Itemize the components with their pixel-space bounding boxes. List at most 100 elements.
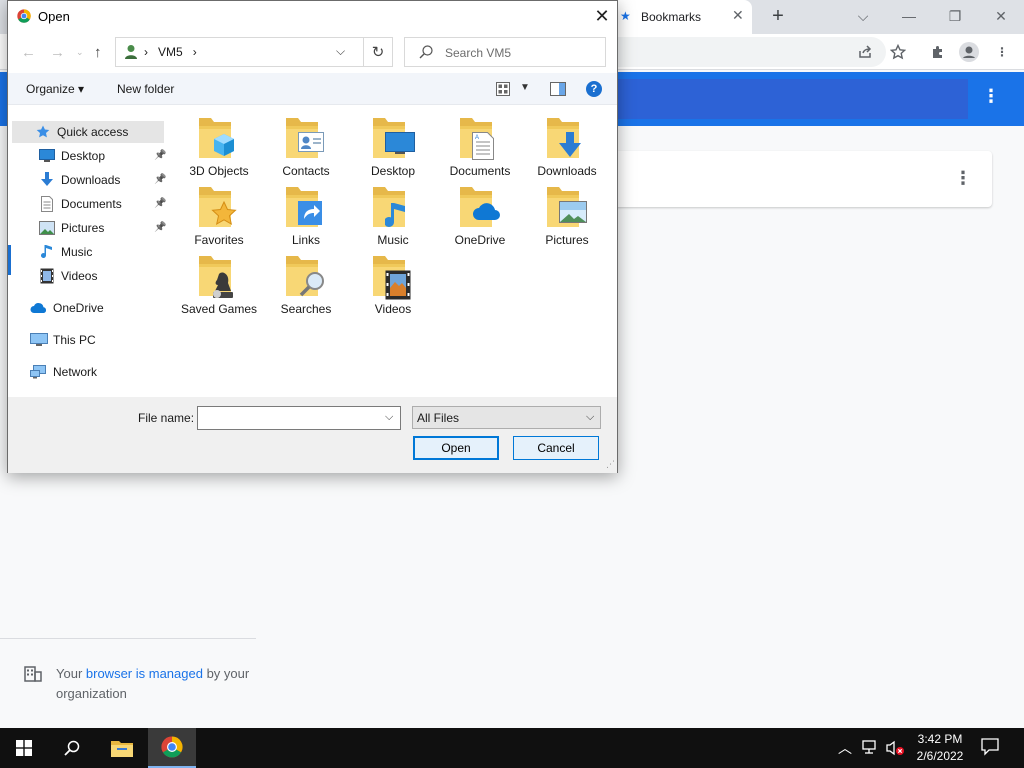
chrome-tab-bookmarks[interactable]: ★ Bookmarks ✕: [600, 0, 752, 34]
nav-item-pictures[interactable]: Pictures 📌: [38, 217, 168, 239]
bookmarks-search-field[interactable]: [600, 79, 968, 119]
pin-icon[interactable]: 📌: [154, 174, 166, 185]
chrome-taskbar-button[interactable]: [148, 728, 196, 768]
bookmark-star-outline-icon[interactable]: [886, 40, 910, 64]
nav-item-this-pc[interactable]: This PC: [30, 329, 168, 351]
tab-search-chevron-icon[interactable]: ⌵: [848, 4, 878, 28]
folder-links[interactable]: Links: [264, 185, 348, 248]
omnibox[interactable]: [610, 37, 886, 67]
volume-muted-tray-icon[interactable]: [886, 740, 906, 759]
folder-icon: [371, 185, 415, 231]
pin-icon[interactable]: 📌: [154, 198, 166, 209]
address-dropdown-chevron-icon[interactable]: ⌵: [336, 44, 345, 59]
nav-item-music[interactable]: Music: [38, 241, 168, 263]
minimize-icon[interactable]: —: [894, 4, 924, 28]
folder-desktop[interactable]: Desktop: [351, 116, 435, 179]
recent-locations-chevron-icon[interactable]: ⌄: [76, 47, 84, 58]
close-tab-icon[interactable]: ✕: [732, 7, 744, 24]
search-box[interactable]: [404, 37, 606, 67]
share-icon[interactable]: [853, 40, 877, 64]
nav-item-documents[interactable]: Documents 📌: [38, 193, 168, 215]
refresh-button[interactable]: ↻: [363, 37, 393, 67]
cloud-icon: [30, 300, 48, 316]
forward-arrow-icon[interactable]: →: [50, 44, 65, 61]
file-name-dropdown-chevron-icon[interactable]: ⌵: [385, 411, 393, 424]
open-button[interactable]: Open: [413, 436, 499, 460]
folder-pictures[interactable]: Pictures: [525, 185, 609, 248]
refresh-icon: ↻: [371, 44, 385, 61]
folder-searches[interactable]: Searches: [264, 254, 348, 317]
desktop-icon: [38, 148, 56, 164]
new-tab-button[interactable]: +: [766, 4, 790, 28]
folder-label: Favorites: [194, 233, 244, 247]
pin-icon[interactable]: 📌: [154, 150, 166, 161]
bookmarks-menu-kebab-icon[interactable]: ⋮: [982, 86, 1000, 107]
folder-label: Saved Games: [180, 302, 258, 316]
nav-item-downloads[interactable]: Downloads 📌: [38, 169, 168, 191]
film-icon: [385, 270, 411, 303]
network-icon: [30, 364, 48, 380]
folder-documents[interactable]: A Documents: [438, 116, 522, 179]
restore-icon[interactable]: ❐: [940, 4, 970, 28]
folder-music[interactable]: Music: [351, 185, 435, 248]
managed-link[interactable]: browser is managed: [86, 666, 203, 681]
nav-item-videos[interactable]: Videos: [38, 265, 168, 287]
user-folder-icon: [124, 44, 138, 63]
profile-avatar-icon[interactable]: [957, 40, 981, 64]
dialog-title-bar[interactable]: Open ✕: [8, 1, 617, 32]
tray-overflow-chevron-icon[interactable]: ︿: [838, 738, 852, 758]
nav-item-label: Music: [61, 245, 93, 259]
preview-pane-button[interactable]: [550, 82, 566, 99]
nav-item-network[interactable]: Network: [30, 361, 168, 383]
dialog-close-button[interactable]: ✕: [588, 4, 616, 28]
folder-saved-games[interactable]: Saved Games: [177, 254, 261, 317]
building-icon: [24, 666, 42, 688]
search-button[interactable]: [48, 728, 96, 768]
folder-favorites[interactable]: Favorites: [177, 185, 261, 248]
change-view-button[interactable]: [496, 82, 510, 99]
address-bar[interactable]: › VM5 › ⌵: [115, 37, 365, 67]
extensions-puzzle-icon[interactable]: [926, 40, 950, 64]
chrome-logo-icon: [17, 9, 31, 26]
nav-item-desktop[interactable]: Desktop 📌: [38, 145, 168, 167]
new-folder-button[interactable]: New folder: [117, 82, 174, 96]
breadcrumb-chevron[interactable]: ›: [193, 45, 197, 59]
nav-item-quick-access[interactable]: Quick access: [12, 121, 164, 143]
nav-item-onedrive[interactable]: OneDrive: [30, 297, 168, 319]
folder-contacts[interactable]: Contacts: [264, 116, 348, 179]
organize-button[interactable]: Organize ▾: [26, 82, 84, 96]
file-explorer-taskbar-button[interactable]: [98, 728, 146, 768]
resize-grip-icon[interactable]: ⋰: [606, 459, 615, 470]
bookmark-item-menu-kebab-icon[interactable]: ⋮: [954, 168, 972, 189]
managed-text-prefix: Your: [56, 666, 86, 681]
start-button[interactable]: [0, 728, 48, 768]
cancel-button[interactable]: Cancel: [513, 436, 599, 460]
nav-item-label: Pictures: [61, 221, 105, 235]
music-note-icon: [38, 244, 56, 260]
breadcrumb-vm5[interactable]: VM5: [158, 45, 183, 59]
file-type-dropdown-chevron-icon: ⌵: [586, 411, 595, 423]
folder-downloads[interactable]: Downloads: [525, 116, 609, 179]
file-name-input[interactable]: [202, 410, 382, 426]
up-arrow-icon[interactable]: ↑: [94, 44, 102, 61]
navigation-pane: Quick access Desktop 📌 Downloads 📌 Documents 📌…: [8, 106, 168, 396]
help-icon[interactable]: ?: [586, 81, 602, 97]
chrome-menu-kebab-icon[interactable]: ⋮: [990, 40, 1014, 64]
chess-piece-icon: [211, 270, 235, 303]
nav-item-label: Quick access: [57, 125, 129, 139]
folder-videos[interactable]: Videos: [351, 254, 435, 317]
folder-3d-objects[interactable]: 3D Objects: [177, 116, 261, 179]
notifications-icon[interactable]: [980, 736, 1000, 759]
file-type-select[interactable]: All Files ⌵: [412, 406, 601, 429]
folder-icon: [197, 185, 241, 231]
search-input[interactable]: [445, 44, 595, 62]
pin-icon[interactable]: 📌: [154, 222, 166, 233]
network-tray-icon[interactable]: [862, 740, 880, 759]
folder-label: Music: [377, 233, 409, 247]
close-window-icon[interactable]: ✕: [986, 4, 1016, 28]
file-name-combobox[interactable]: ⌵: [197, 406, 401, 430]
back-arrow-icon[interactable]: ←: [21, 44, 36, 61]
view-dropdown-icon[interactable]: ▼: [520, 82, 530, 93]
taskbar-clock[interactable]: 3:42 PM 2/6/2022: [910, 731, 970, 765]
folder-onedrive[interactable]: OneDrive: [438, 185, 522, 248]
